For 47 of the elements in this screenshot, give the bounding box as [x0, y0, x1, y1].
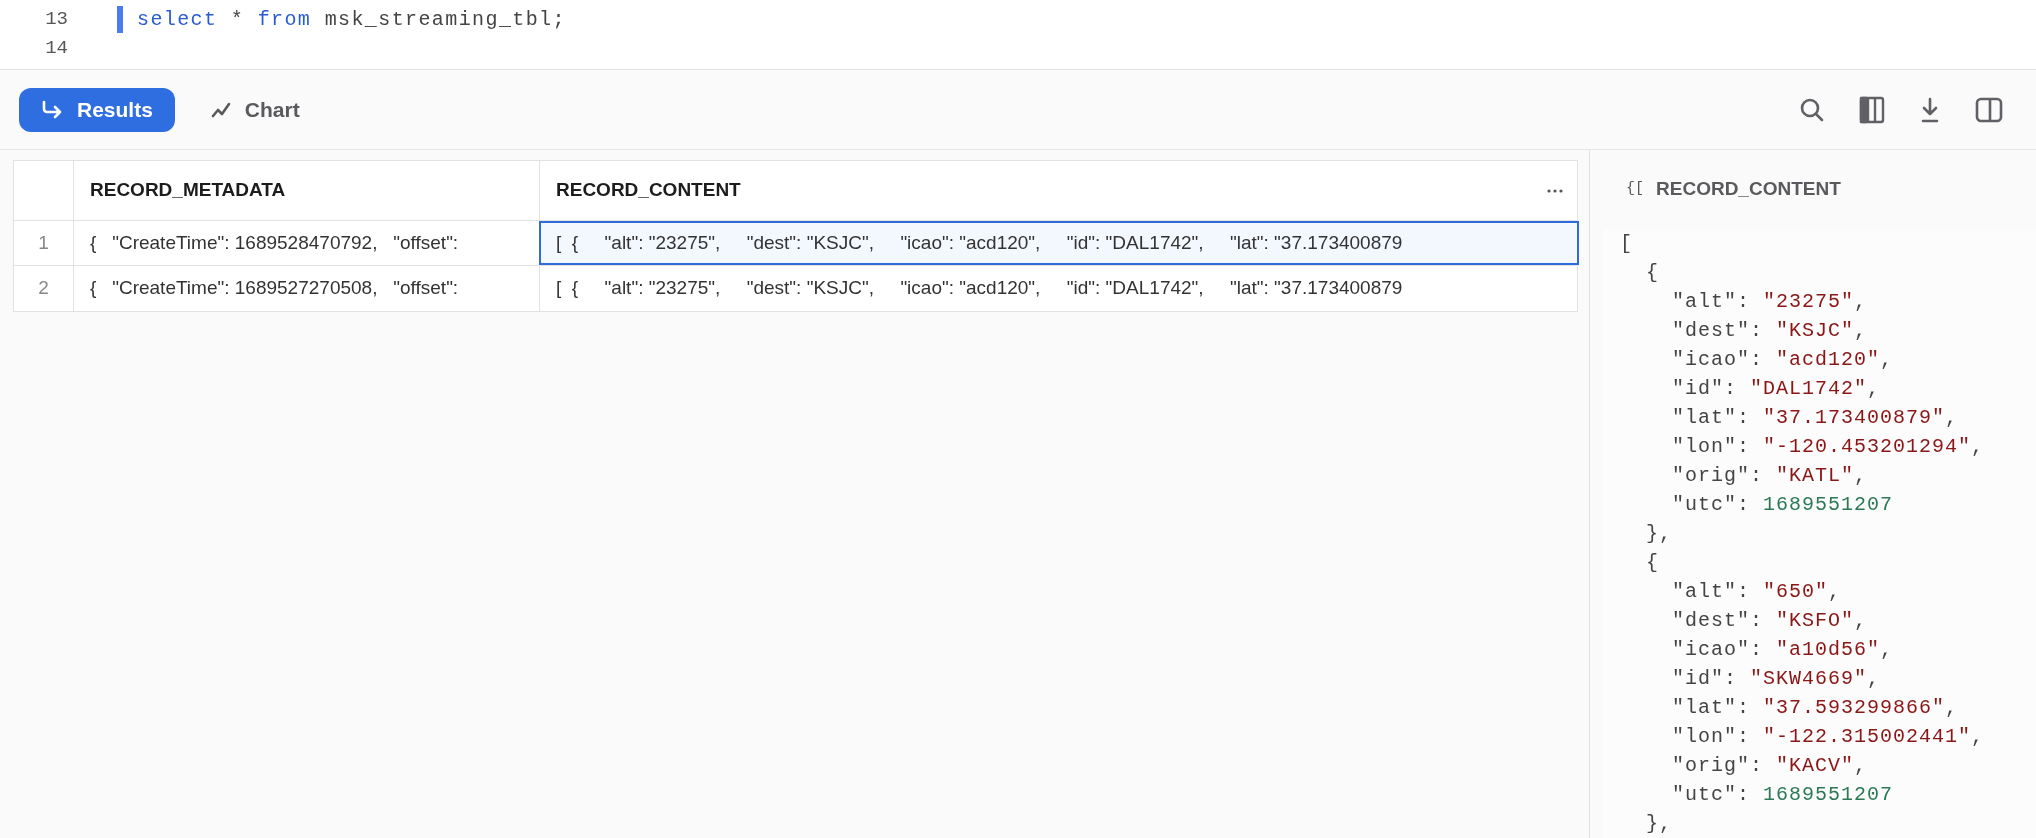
more-icon[interactable]	[1547, 188, 1563, 193]
panel-title: RECORD_CONTENT	[1656, 177, 1841, 202]
column-header[interactable]: RECORD_METADATA	[90, 176, 286, 205]
json-line: "id": "SKW4669",	[1671, 666, 1881, 692]
line-chart-icon	[210, 100, 231, 119]
json-line: "orig": "KACV",	[1671, 753, 1868, 779]
code-editor[interactable]: 13 select * from msk_streaming_tbl; 14	[0, 0, 2036, 70]
table-cell[interactable]: { "CreateTime": 1689527270508, "offset":	[73, 266, 539, 311]
json-line: "orig": "KATL",	[1671, 463, 1868, 489]
json-brace: },	[1646, 811, 1672, 837]
code-line: select * from msk_streaming_tbl;	[137, 6, 566, 33]
line-number: 13	[44, 7, 68, 33]
json-line: "lon": "-120.453201294",	[1671, 434, 1985, 460]
corner-arrow-icon	[41, 99, 63, 120]
table-cell[interactable]: [ { "alt": "23275", "dest": "KSJC", "icao": "acd120", "id": "DAL1742", "lat": "37.173400879	[539, 266, 1579, 311]
json-line: "lon": "-122.315002441",	[1671, 724, 1985, 750]
result-tab[interactable]: Chart	[188, 87, 322, 132]
table-cell[interactable]: [ { "alt": "23275", "dest": "KSJC", "icao": "acd120", "id": "DAL1742", "lat": "37.173400879	[539, 221, 1579, 265]
json-line: "icao": "a10d56",	[1671, 637, 1894, 663]
columns-button[interactable]	[1859, 95, 1885, 124]
json-brace: {	[1646, 550, 1659, 576]
json-brace: },	[1646, 521, 1672, 547]
json-line: "id": "DAL1742",	[1671, 376, 1881, 402]
split-panel-icon	[1975, 95, 2003, 124]
row-number: 2	[38, 276, 49, 301]
json-line: "icao": "acd120",	[1671, 347, 1894, 373]
json-line: "alt": "650",	[1671, 579, 1842, 605]
json-bracket: [	[1620, 231, 1633, 257]
columns-icon	[1859, 95, 1885, 124]
json-line: "dest": "KSFO",	[1671, 608, 1868, 634]
json-line: "lat": "37.593299866",	[1671, 695, 1959, 721]
download-icon	[1919, 95, 1941, 124]
search-icon	[1799, 96, 1825, 123]
panel-icon-text: {[	[1626, 179, 1644, 200]
json-line: "dest": "KSJC",	[1671, 318, 1868, 344]
json-line: "utc": 1689551207	[1671, 782, 1894, 808]
json-line: "lat": "37.173400879",	[1671, 405, 1959, 431]
row-number: 1	[38, 230, 49, 255]
search-button[interactable]	[1799, 96, 1825, 123]
result-tab[interactable]: Results	[19, 87, 175, 132]
download-button[interactable]	[1919, 95, 1941, 124]
column-header[interactable]: RECORD_CONTENT	[556, 176, 741, 205]
json-line: "utc": 1689551207	[1671, 492, 1894, 518]
line-number: 14	[44, 36, 68, 62]
json-line: "alt": "23275",	[1671, 289, 1868, 315]
split-panel-button[interactable]	[1975, 95, 2003, 124]
json-brace: {	[1646, 260, 1659, 286]
